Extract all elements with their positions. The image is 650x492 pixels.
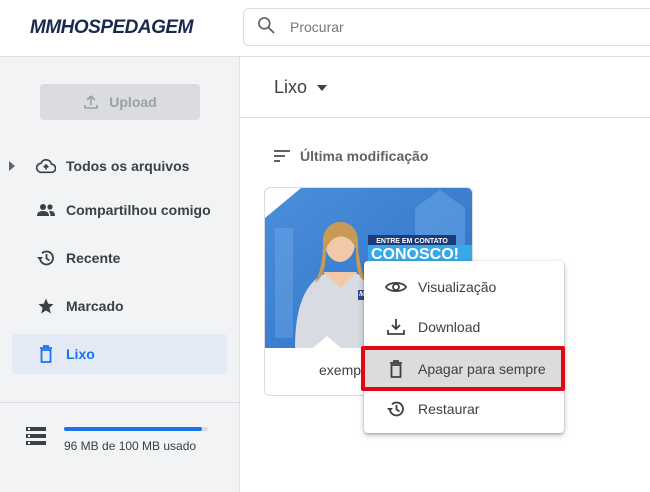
menu-item-label: Visualização [418, 279, 497, 295]
storage-progress-bar [64, 427, 208, 431]
menu-item-label: Download [418, 319, 481, 335]
thumb-banner-top: ENTRE EM CONTATO [376, 238, 448, 245]
menu-item-download[interactable]: Download [364, 307, 564, 347]
file-name: exemp [319, 362, 362, 378]
search-icon[interactable] [256, 15, 276, 40]
history-icon [36, 248, 56, 268]
storage-indicator: 96 MB de 100 MB usado [0, 402, 239, 492]
sidebar-item-starred[interactable]: Marcado [12, 286, 227, 326]
logo-area[interactable]: MMHOSPEDAGEM [0, 0, 240, 56]
upload-icon [84, 95, 99, 109]
people-icon [36, 200, 56, 220]
upload-label: Upload [109, 94, 157, 110]
folder-title: Lixo [274, 77, 308, 97]
header-divider [240, 117, 650, 118]
star-icon [36, 296, 56, 316]
restore-icon [385, 398, 407, 420]
storage-progress-fill [64, 427, 203, 431]
sidebar-item-all-files[interactable]: Todos os arquivos [12, 146, 227, 186]
sidebar-item-label: Recente [66, 250, 121, 266]
sidebar-item-recent[interactable]: Recente [12, 238, 227, 278]
search-bar[interactable] [243, 8, 650, 46]
menu-item-restore[interactable]: Restaurar [364, 389, 564, 429]
sidebar-item-trash[interactable]: Lixo [12, 334, 227, 374]
sort-label: Última modificação [300, 148, 429, 164]
sidebar-item-shared[interactable]: Compartilhou comigo [12, 190, 227, 230]
trash-icon [36, 344, 56, 364]
caret-down-icon [317, 84, 328, 91]
sidebar-item-label: Compartilhou comigo [66, 202, 211, 218]
menu-item-preview[interactable]: Visualização [364, 267, 564, 307]
sidebar-item-label: Todos os arquivos [66, 158, 190, 174]
cloud-upload-icon [36, 156, 56, 176]
upload-button[interactable]: Upload [40, 84, 200, 120]
folder-title-dropdown[interactable]: Lixo [274, 77, 328, 98]
sidebar-item-label: Marcado [66, 298, 124, 314]
sidebar-item-label: Lixo [66, 346, 95, 362]
storage-text: 96 MB de 100 MB usado [64, 439, 197, 453]
sort-icon [274, 150, 290, 162]
highlight-annotation [361, 346, 565, 391]
sort-control[interactable]: Última modificação [274, 148, 428, 164]
menu-item-label: Restaurar [418, 401, 480, 417]
search-input[interactable] [290, 19, 590, 35]
download-icon [385, 316, 407, 338]
sidebar: Upload Todos os arquivos Compartilhou co… [0, 56, 240, 492]
brand-logo[interactable]: MMHOSPEDAGEM [30, 17, 193, 39]
storage-icon [26, 427, 46, 445]
eye-icon [385, 276, 407, 298]
